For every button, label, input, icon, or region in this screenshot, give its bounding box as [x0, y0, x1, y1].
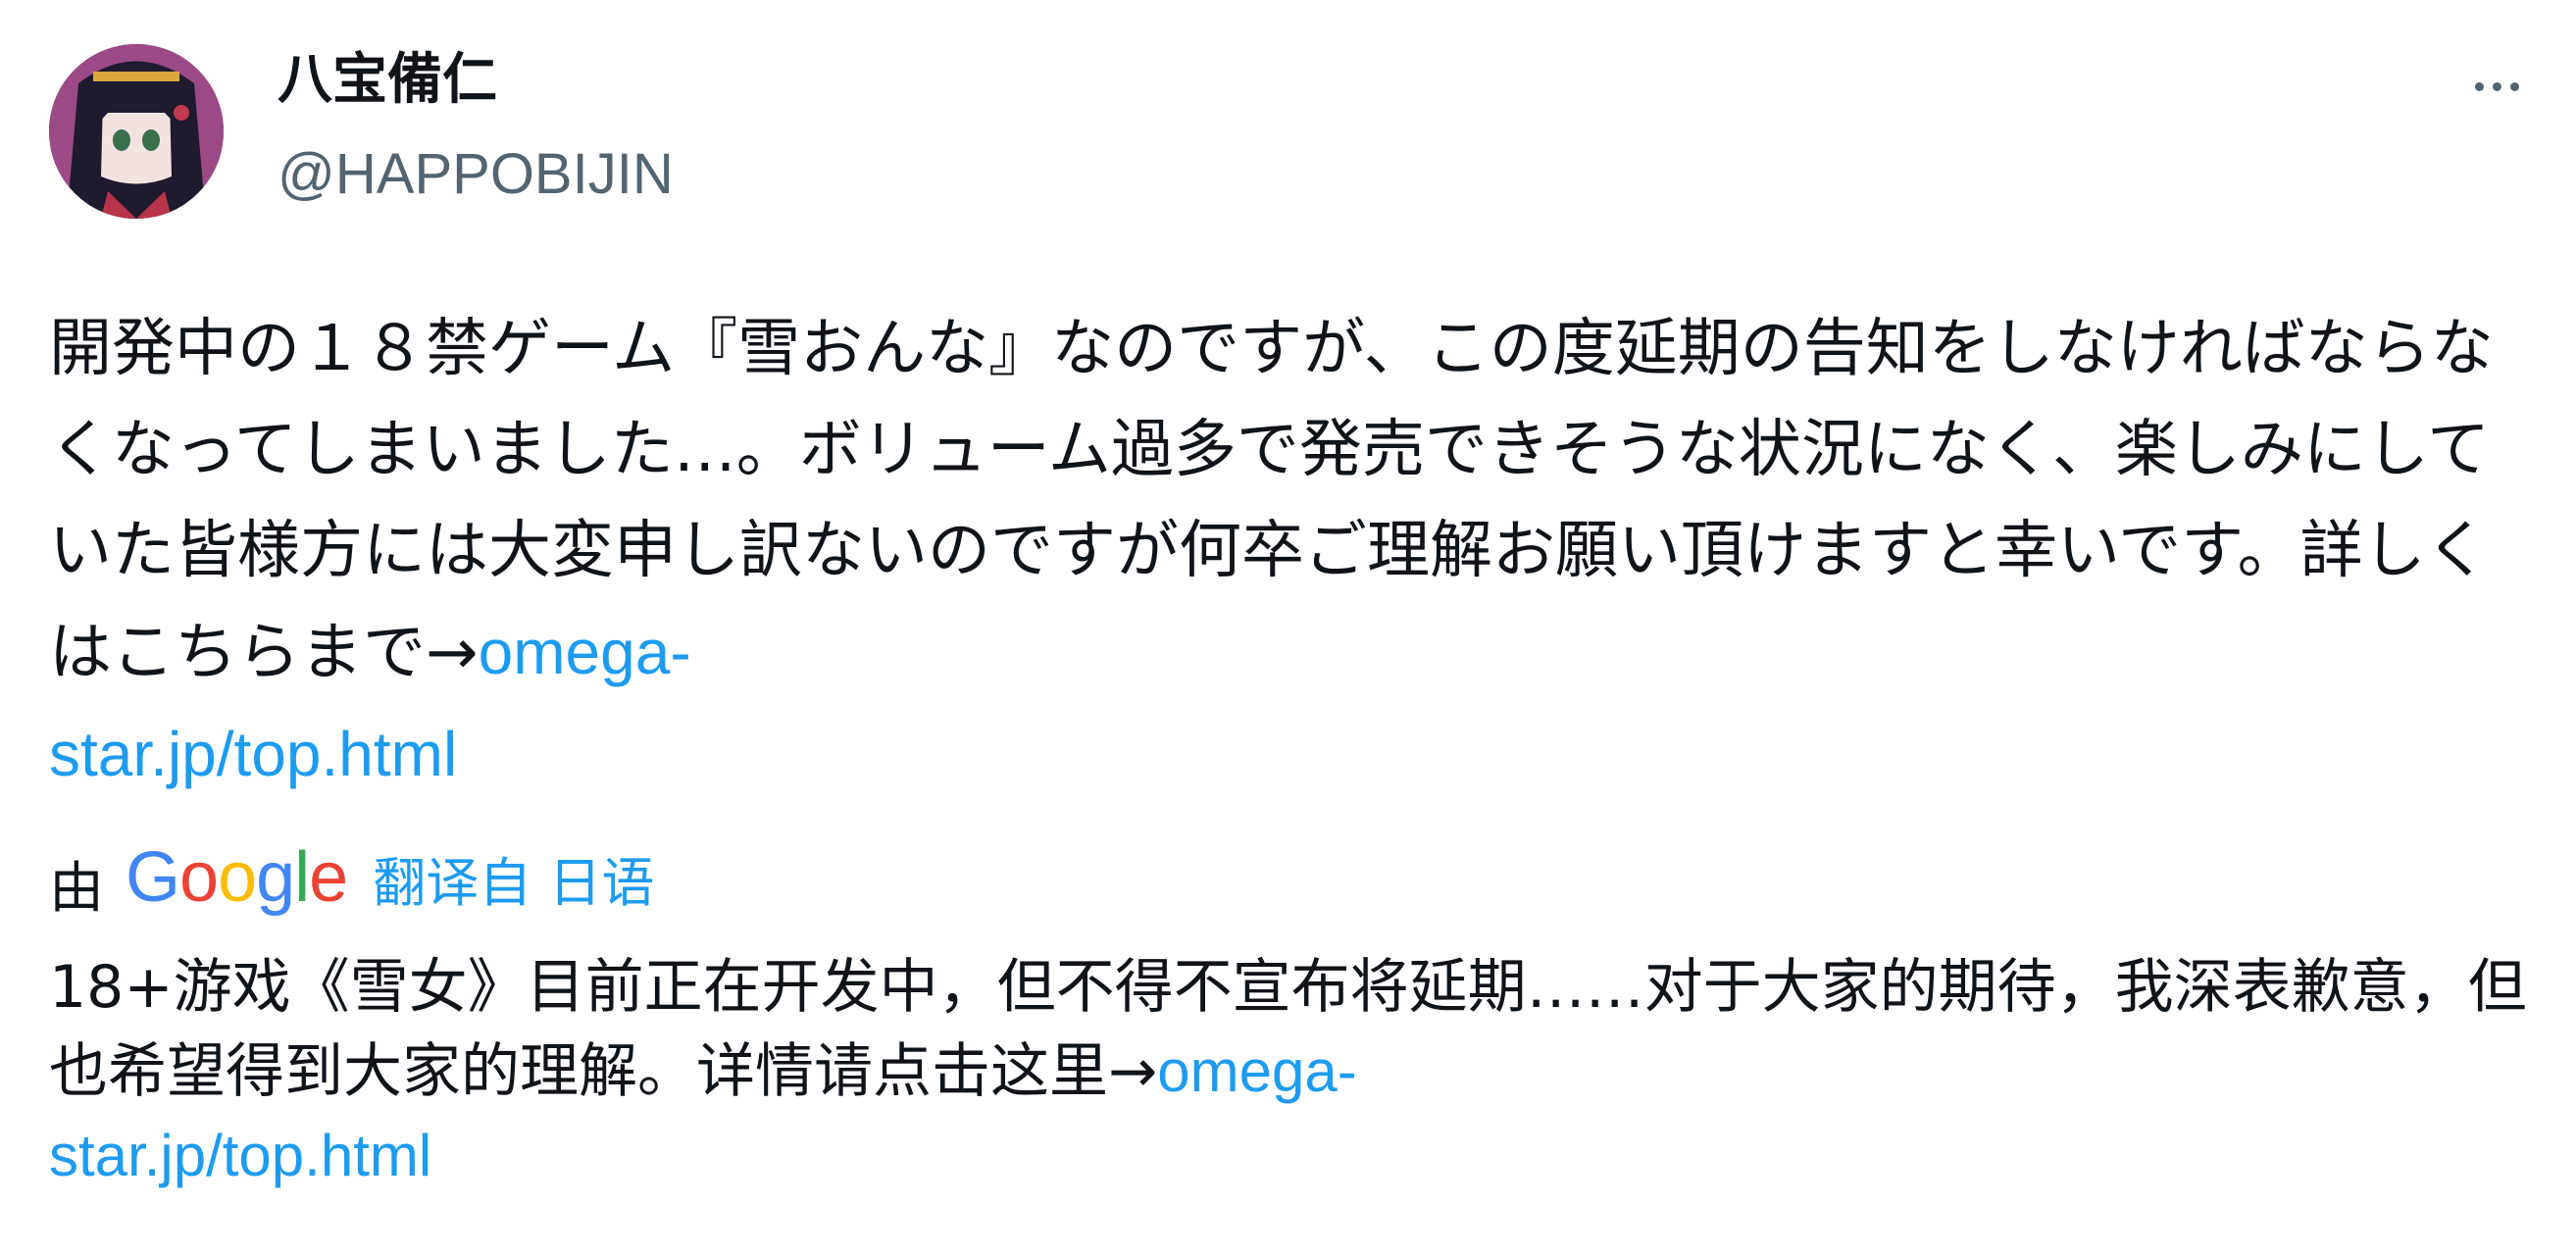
google-letter: g — [256, 838, 295, 917]
google-letter: o — [218, 838, 257, 917]
google-letter: e — [309, 838, 348, 917]
more-options-button[interactable] — [2461, 59, 2532, 114]
translated-link-part1[interactable]: omega- — [1157, 1038, 1356, 1104]
google-letter: l — [294, 838, 310, 917]
tweet-body: 開発中の１８禁ゲーム『雪おんな』なのですが、この度延期の告知をしなければならなく… — [49, 313, 2494, 689]
tweet-link-part1[interactable]: omega- — [479, 617, 691, 687]
user-handle[interactable]: @HAPPOBIJIN — [278, 139, 674, 210]
more-horizontal-icon — [2474, 81, 2484, 91]
google-letter: G — [126, 838, 180, 917]
avatar-image — [49, 44, 224, 219]
translation-attribution: 由 Google 翻译自 日语 — [49, 837, 654, 921]
more-horizontal-icon-dot — [2492, 81, 2501, 91]
translated-text: 18+游戏《雪女》目前正在开发中，但不得不宣布将延期……对于大家的期待，我深表歉… — [49, 946, 2540, 1198]
tweet-link-part2[interactable]: star.jp/top.html — [49, 719, 457, 789]
by-label: 由 — [49, 856, 104, 921]
translated-link-part2[interactable]: star.jp/top.html — [49, 1123, 431, 1188]
tweet-card: 八宝備仁 @HAPPOBIJIN 開発中の１８禁ゲーム『雪おんな』なのですが、こ… — [0, 0, 2576, 1255]
google-letter: o — [179, 838, 219, 917]
tweet-text: 開発中の１８禁ゲーム『雪おんな』なのですが、この度延期の告知をしなければならなく… — [49, 299, 2540, 806]
translated-from-link[interactable]: 翻译自 日语 — [373, 839, 654, 917]
more-horizontal-icon-dot — [2509, 81, 2519, 91]
google-logo: Google — [126, 837, 348, 918]
avatar[interactable] — [49, 44, 224, 219]
display-name[interactable]: 八宝備仁 — [278, 45, 497, 116]
